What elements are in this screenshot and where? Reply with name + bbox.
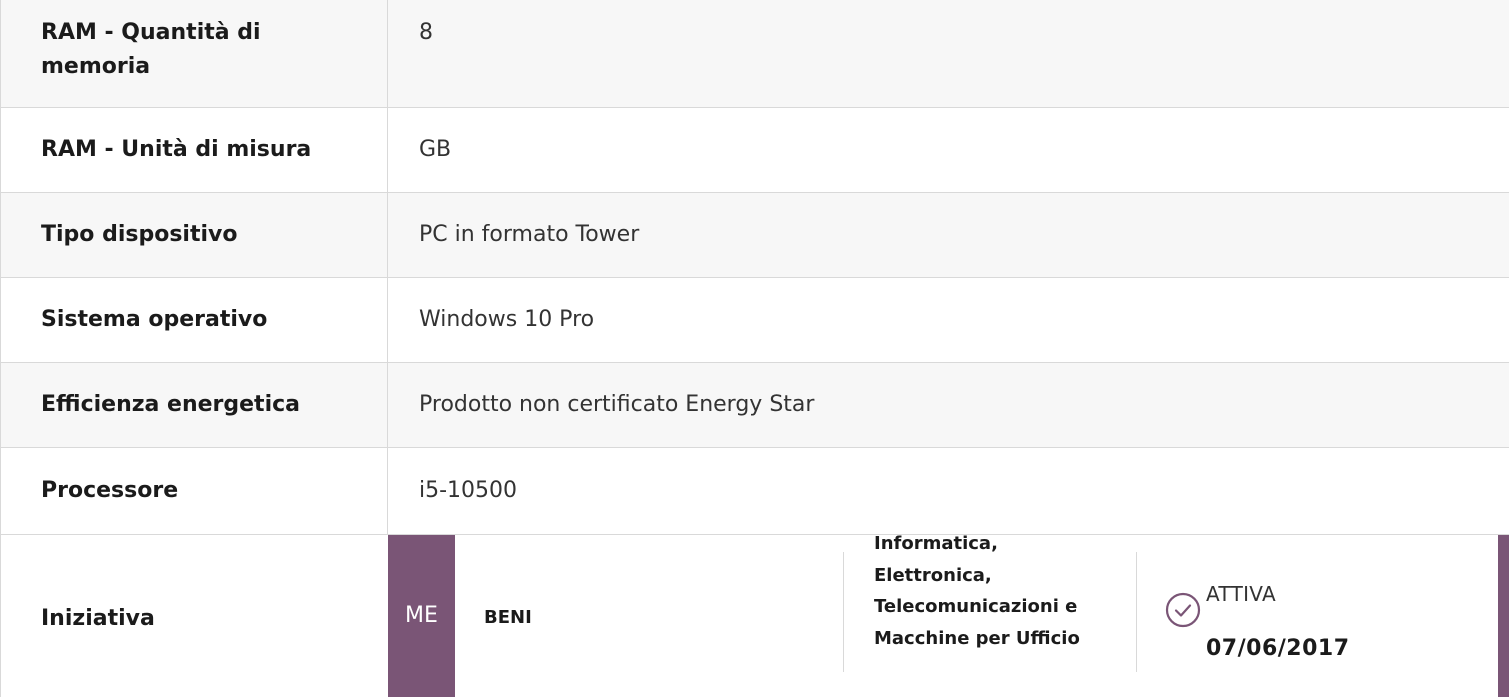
spec-row-operating-system: Sistema operativo Windows 10 Pro [0, 278, 1509, 363]
spec-label: Sistema operativo [41, 307, 268, 332]
spec-label: RAM - Unità di misura [41, 137, 312, 162]
spec-row-ram-unit: RAM - Unità di misura GB [0, 108, 1509, 193]
spec-label: Tipo dispositivo [41, 222, 238, 247]
spec-row-processor: Processore i5-10500 [0, 448, 1509, 535]
me-badge: ME [388, 535, 455, 697]
me-badge-text: ME [405, 603, 438, 628]
status-badge: ATTIVA [1206, 582, 1276, 606]
spec-row-ram-quantity: RAM - Quantità di memoria 8 [0, 0, 1509, 108]
divider [1136, 552, 1137, 672]
product-spec-table: RAM - Quantità di memoria 8 RAM - Unità … [0, 0, 1509, 697]
spec-value: Windows 10 Pro [419, 307, 595, 332]
spec-value: Prodotto non certificato Energy Star [419, 392, 815, 417]
spec-value: i5-10500 [419, 478, 518, 503]
spec-value: GB [419, 137, 452, 162]
initiative-category: Informatica, Elettronica, Telecomunicazi… [874, 535, 1080, 649]
divider [843, 552, 844, 672]
spec-value: PC in formato Tower [419, 222, 640, 247]
spec-row-device-type: Tipo dispositivo PC in formato Tower [0, 193, 1509, 278]
initiative-label: Iniziativa [41, 606, 155, 631]
check-circle-icon [1165, 592, 1201, 628]
accent-bar [1498, 535, 1509, 697]
spec-row-energy-efficiency: Efficienza energetica Prodotto non certi… [0, 363, 1509, 448]
spec-label: Processore [41, 478, 179, 503]
spec-label: RAM - Quantità di memoria [41, 20, 261, 79]
spec-value: 8 [419, 20, 433, 45]
spec-row-initiative: Iniziativa ME BENI Informatica, Elettron… [0, 535, 1509, 697]
initiative-type: BENI [484, 607, 532, 628]
spec-label: Efficienza energetica [41, 392, 301, 417]
status-date: 07/06/2017 [1206, 636, 1350, 661]
